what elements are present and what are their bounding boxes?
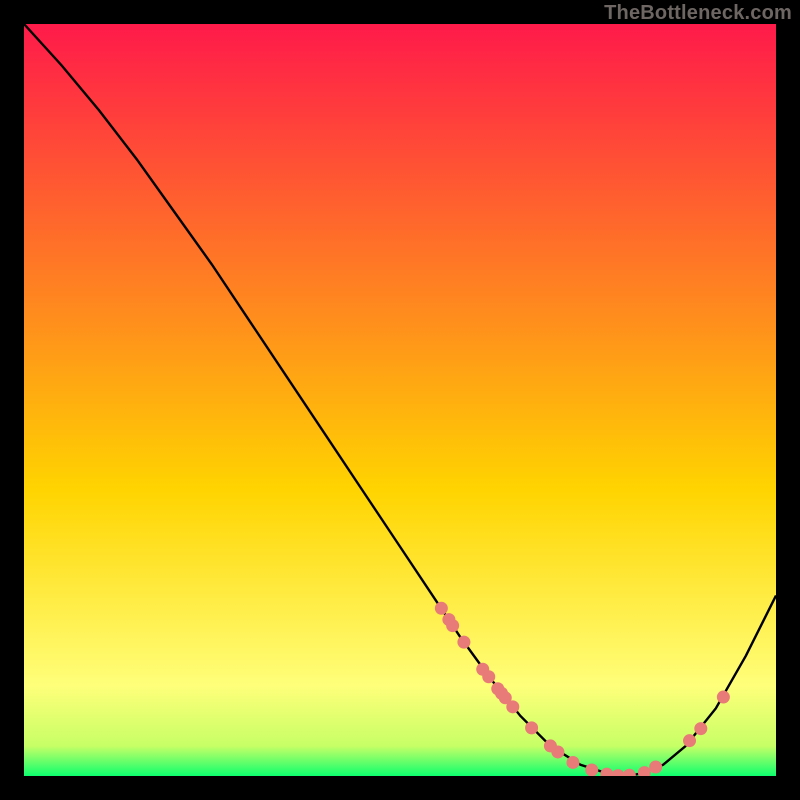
data-point <box>482 670 495 683</box>
watermark-text: TheBottleneck.com <box>604 2 792 25</box>
bottleneck-chart <box>24 24 776 776</box>
data-point <box>585 763 598 776</box>
data-point <box>457 636 470 649</box>
chart-frame <box>24 24 776 776</box>
data-point <box>694 722 707 735</box>
data-point <box>551 745 564 758</box>
data-point <box>717 691 730 704</box>
data-point <box>683 734 696 747</box>
data-point <box>506 700 519 713</box>
data-point <box>435 602 448 615</box>
data-point <box>566 756 579 769</box>
data-point <box>525 721 538 734</box>
data-point <box>649 760 662 773</box>
data-point <box>446 619 459 632</box>
gradient-background <box>24 24 776 776</box>
